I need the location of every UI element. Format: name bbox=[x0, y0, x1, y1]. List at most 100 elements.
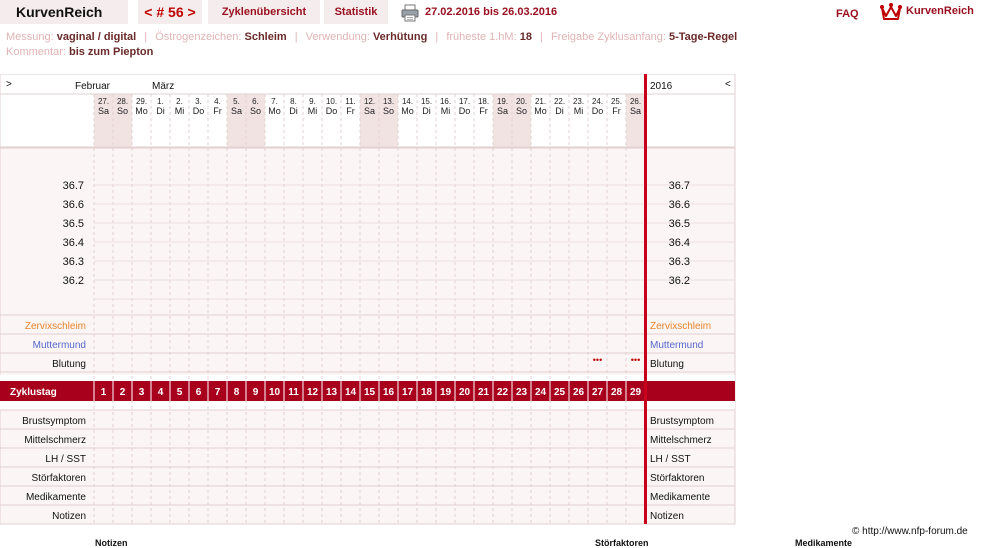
date-label: 9. bbox=[309, 97, 316, 106]
date-label: 3. bbox=[195, 97, 202, 106]
date-label: 4. bbox=[214, 97, 221, 106]
weekday-label: Mo bbox=[135, 106, 148, 116]
temperature-label-left: 36.6 bbox=[63, 199, 84, 211]
estrogen-value: Schleim bbox=[244, 31, 287, 43]
row-label-right: Blutung bbox=[650, 359, 684, 370]
year-label: 2016 bbox=[650, 81, 673, 92]
print-icon[interactable] bbox=[401, 4, 419, 22]
usage-label: Verwendung: bbox=[305, 31, 370, 43]
row-label-left: LH / SST bbox=[45, 454, 86, 465]
temperature-label-right: 36.7 bbox=[669, 180, 690, 192]
temperature-label-right: 36.2 bbox=[669, 275, 690, 287]
row-label-left: Notizen bbox=[52, 511, 86, 522]
weekday-label: Do bbox=[592, 106, 604, 116]
cycle-day-number: 6 bbox=[196, 387, 202, 398]
cycle-day-number: 12 bbox=[307, 387, 319, 398]
cycle-day-number: 11 bbox=[288, 387, 299, 398]
separator: | bbox=[144, 31, 148, 43]
weekday-label: Di bbox=[156, 106, 165, 116]
weekday-label: Mi bbox=[574, 106, 584, 116]
cycle-day-number: 24 bbox=[535, 387, 547, 398]
tab-statistics[interactable]: Statistik bbox=[324, 0, 388, 24]
cycle-day-number: 2 bbox=[120, 387, 126, 398]
row-label-left: Zervixschleim bbox=[25, 321, 86, 332]
row-label-right: LH / SST bbox=[650, 454, 691, 465]
date-label: 23. bbox=[573, 97, 584, 106]
copyright-link[interactable]: © http://www.nfp-forum.de bbox=[852, 526, 968, 537]
weekday-label: Fr bbox=[479, 106, 488, 116]
cycle-day-number: 19 bbox=[440, 387, 452, 398]
month-label-mar: März bbox=[152, 81, 174, 92]
weekday-label: Mi bbox=[308, 106, 318, 116]
release-value: 5-Tage-Regel bbox=[668, 31, 738, 43]
temperature-label-right: 36.4 bbox=[669, 237, 690, 249]
weekday-label: Di bbox=[422, 106, 431, 116]
cycle-day-number: 18 bbox=[421, 387, 433, 398]
earliest-label: früheste 1.hM: bbox=[446, 31, 517, 43]
date-label: 24. bbox=[592, 97, 603, 106]
separator: | bbox=[435, 31, 439, 43]
cycle-settings-row: Messung: vaginal / digital | Östrogenzei… bbox=[6, 31, 737, 43]
date-label: 26. bbox=[630, 97, 641, 106]
row-label-left: Brustsymptom bbox=[22, 416, 86, 427]
cycle-day-number: 25 bbox=[554, 387, 566, 398]
tab-cycle-overview[interactable]: Zyklenübersicht bbox=[208, 0, 320, 24]
temperature-label-left: 36.4 bbox=[63, 237, 84, 249]
row-label-left: Blutung bbox=[52, 359, 86, 370]
row-label-left: Muttermund bbox=[33, 340, 86, 351]
weekday-label: Di bbox=[289, 106, 298, 116]
weekday-label: Do bbox=[326, 106, 338, 116]
weekday-label: Do bbox=[459, 106, 471, 116]
footer-notes-heading: Notizen bbox=[95, 538, 128, 548]
weekday-label: Sa bbox=[364, 106, 375, 116]
row-label-left: Störfaktoren bbox=[32, 473, 86, 484]
cycle-day-number: 1 bbox=[101, 387, 107, 398]
bleeding-mark: ••• bbox=[593, 355, 602, 365]
cycle-navigator[interactable]: < # 56 > bbox=[138, 0, 202, 24]
date-label: 11. bbox=[345, 97, 356, 106]
weekday-label: Fr bbox=[346, 106, 355, 116]
cycle-day-number: 20 bbox=[459, 387, 471, 398]
nav-right-arrow[interactable]: < bbox=[725, 79, 731, 90]
date-label: 29. bbox=[136, 97, 147, 106]
temperature-label-left: 36.5 bbox=[63, 218, 84, 230]
cycle-day-number: 10 bbox=[269, 387, 281, 398]
faq-link[interactable]: FAQ bbox=[836, 8, 859, 20]
cycle-day-number: 26 bbox=[573, 387, 585, 398]
temperature-label-left: 36.2 bbox=[63, 275, 84, 287]
row-label-right: Mittelschmerz bbox=[650, 435, 712, 446]
nav-left-arrow[interactable]: > bbox=[6, 79, 12, 90]
row-label-right: Störfaktoren bbox=[650, 473, 704, 484]
date-label: 7. bbox=[271, 97, 278, 106]
weekday-label: Di bbox=[555, 106, 564, 116]
footer-medication-heading: Medikamente bbox=[795, 538, 853, 548]
cycle-day-number: 28 bbox=[611, 387, 623, 398]
cycle-day-number: 4 bbox=[158, 387, 164, 398]
date-label: 25. bbox=[611, 97, 622, 106]
cycle-day-label: Zyklustag bbox=[10, 387, 57, 398]
weekday-label: So bbox=[516, 106, 527, 116]
top-navigation-bar: KurvenReich < # 56 > Zyklenübersicht Sta… bbox=[0, 0, 981, 26]
cycle-day-number: 5 bbox=[177, 387, 183, 398]
weekday-label: Fr bbox=[213, 106, 222, 116]
date-label: 16. bbox=[440, 97, 451, 106]
cycle-day-number: 8 bbox=[234, 387, 240, 398]
weekday-label: Fr bbox=[612, 106, 621, 116]
estrogen-label: Östrogenzeichen: bbox=[155, 31, 242, 43]
row-label-left: Mittelschmerz bbox=[24, 435, 86, 446]
footer-disturbances-heading: Störfaktoren bbox=[595, 538, 649, 548]
chart-spacer bbox=[0, 375, 735, 381]
separator: | bbox=[540, 31, 543, 43]
measurement-value: vaginal / digital bbox=[56, 31, 137, 43]
date-label: 10. bbox=[326, 97, 337, 106]
temperature-label-right: 36.3 bbox=[669, 256, 690, 268]
row-label-right: Brustsymptom bbox=[650, 416, 714, 427]
row-label-right: Zervixschleim bbox=[650, 321, 711, 332]
weekday-label: Mo bbox=[534, 106, 547, 116]
weekday-label: Mi bbox=[441, 106, 451, 116]
date-label: 27. bbox=[98, 97, 109, 106]
usage-value: Verhütung bbox=[372, 31, 428, 43]
cycle-day-number: 14 bbox=[345, 387, 357, 398]
weekday-label: So bbox=[383, 106, 394, 116]
cycle-day-number: 27 bbox=[592, 387, 604, 398]
